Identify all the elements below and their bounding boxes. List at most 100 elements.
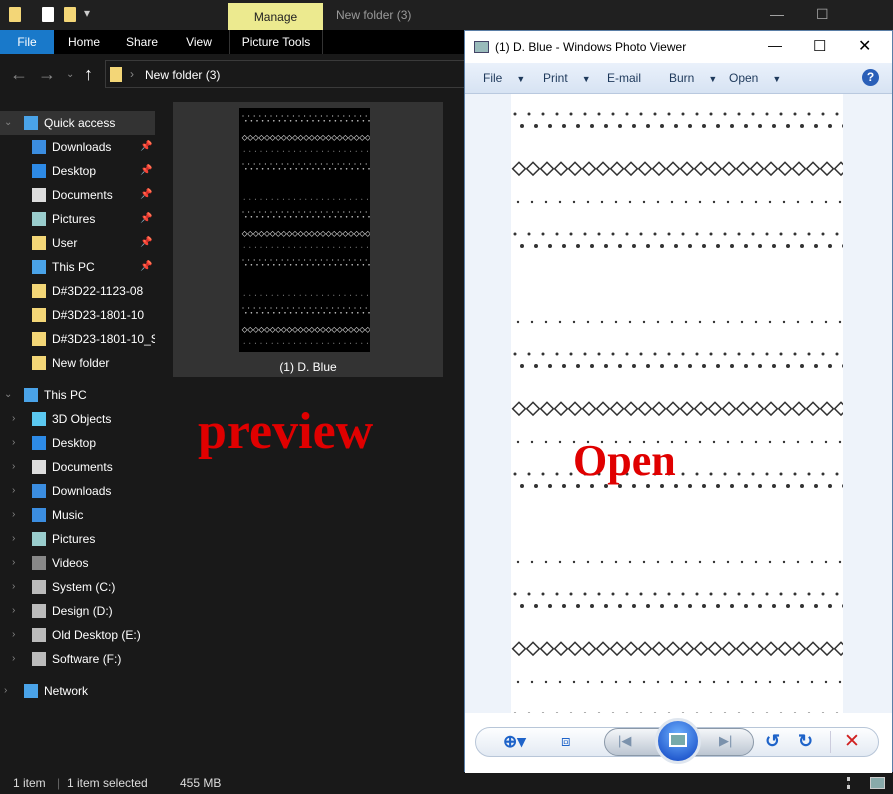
pattern-dot <box>824 680 828 684</box>
minimize-icon[interactable]: — <box>770 6 784 22</box>
sidebar-item[interactable]: Documents 📌 <box>0 183 155 207</box>
pattern-dot <box>838 440 842 444</box>
forward-icon[interactable]: → <box>38 64 56 85</box>
delete-icon[interactable]: ✕ <box>844 730 860 753</box>
tab-manage[interactable]: Manage <box>228 3 323 30</box>
rotate-left-icon[interactable]: ↺ <box>765 731 780 752</box>
next-icon[interactable]: ▶| <box>719 733 732 749</box>
chevron-right-icon[interactable]: › <box>12 647 15 671</box>
rotate-right-icon[interactable]: ↻ <box>798 731 813 752</box>
menu-file[interactable]: File ▼ <box>483 71 525 85</box>
pin-icon[interactable]: 📌 <box>140 183 152 207</box>
sidebar-item[interactable]: Downloads 📌 <box>0 135 155 159</box>
customize-quick-access-icon[interactable]: ▾ <box>84 6 90 20</box>
chevron-right-icon[interactable]: › <box>12 623 15 647</box>
minimize-icon[interactable]: — <box>768 37 782 53</box>
sidebar-item[interactable]: This PC 📌 <box>0 255 155 279</box>
pin-icon[interactable]: 📌 <box>140 255 152 279</box>
sidebar-item[interactable]: › Pictures <box>0 527 155 551</box>
sidebar-item[interactable]: › Old Desktop (E:) <box>0 623 155 647</box>
pin-icon[interactable]: 📌 <box>140 135 152 159</box>
zoom-icon[interactable]: ⊕▾ <box>503 732 526 752</box>
pin-icon[interactable]: 📌 <box>140 159 152 183</box>
tab-view[interactable]: View <box>176 30 222 54</box>
sidebar-item[interactable]: › Videos <box>0 551 155 575</box>
chevron-right-icon[interactable]: › <box>12 551 15 575</box>
menu-burn[interactable]: Burn ▼ <box>669 71 717 85</box>
pattern-dot <box>653 112 657 116</box>
large-icons-view-icon[interactable] <box>870 777 885 789</box>
pattern-dot <box>541 592 545 596</box>
previous-icon[interactable]: |◀ <box>618 733 631 749</box>
tab-share[interactable]: Share <box>118 30 166 54</box>
tab-picture-tools[interactable]: Picture Tools <box>229 30 323 54</box>
pattern-dot <box>723 352 727 356</box>
pattern-dot <box>332 115 334 117</box>
sidebar-item[interactable]: D#3D23-1801-10_Sh <box>0 327 155 351</box>
sidebar-item[interactable]: › Design (D:) <box>0 599 155 623</box>
pattern-dot <box>256 120 258 122</box>
folder-icon[interactable] <box>9 7 21 22</box>
pattern-dot <box>754 560 758 564</box>
pattern-dot <box>351 264 353 266</box>
pattern-diamond <box>364 326 370 333</box>
pattern-dot <box>754 680 758 684</box>
chevron-right-icon[interactable]: › <box>12 599 15 623</box>
chevron-right-icon[interactable]: › <box>12 431 15 455</box>
sidebar-item[interactable]: New folder <box>0 351 155 375</box>
chevron-right-icon[interactable]: › <box>12 575 15 599</box>
up-icon[interactable]: ↑ <box>84 64 93 85</box>
details-view-icon[interactable] <box>847 777 861 789</box>
chevron-right-icon[interactable]: › <box>12 455 15 479</box>
music-icon <box>32 508 46 522</box>
sidebar-quick-access[interactable]: ⌄ Quick access <box>0 111 155 135</box>
maximize-icon[interactable]: ☐ <box>816 6 829 23</box>
sidebar-item[interactable]: › Downloads <box>0 479 155 503</box>
pattern-dot <box>695 592 699 596</box>
help-icon[interactable]: ? <box>862 69 879 86</box>
menu-print[interactable]: Print ▼ <box>543 71 591 85</box>
chevron-right-icon[interactable]: › <box>12 479 15 503</box>
sidebar-item[interactable]: Pictures 📌 <box>0 207 155 231</box>
pattern-dot <box>586 200 590 204</box>
sidebar-item[interactable]: › Music <box>0 503 155 527</box>
sidebar-item[interactable]: Desktop 📌 <box>0 159 155 183</box>
sidebar-item[interactable]: › Software (F:) <box>0 647 155 671</box>
pattern-dot <box>248 259 250 261</box>
file-name[interactable]: (1) D. Blue <box>173 360 443 374</box>
sidebar-network[interactable]: › Network <box>0 679 155 703</box>
recent-locations-icon[interactable]: ⌄ <box>66 69 74 80</box>
close-icon[interactable]: ✕ <box>858 36 871 56</box>
tab-file[interactable]: File <box>0 30 54 54</box>
address-bar[interactable]: › New folder (3) <box>105 60 465 88</box>
breadcrumb-current[interactable]: New folder (3) <box>145 68 220 82</box>
tab-home[interactable]: Home <box>58 30 110 54</box>
maximize-icon[interactable]: ☐ <box>813 37 826 55</box>
sidebar-item[interactable]: D#3D22-1123-08 <box>0 279 155 303</box>
sidebar-item[interactable]: › 3D Objects <box>0 407 155 431</box>
file-thumbnail[interactable] <box>239 108 370 352</box>
pattern-dot <box>355 342 357 344</box>
chevron-down-icon[interactable]: ⌄ <box>4 111 12 135</box>
slideshow-button[interactable] <box>655 718 701 764</box>
sidebar-item[interactable]: › System (C:) <box>0 575 155 599</box>
sidebar-item[interactable]: › Desktop <box>0 431 155 455</box>
menu-e-mail[interactable]: E-mail <box>607 71 641 85</box>
back-icon[interactable]: ← <box>10 64 28 85</box>
chevron-right-icon[interactable]: › <box>12 503 15 527</box>
sidebar-item[interactable]: D#3D23-1801-10 <box>0 303 155 327</box>
chevron-right-icon[interactable]: › <box>12 527 15 551</box>
sidebar-item[interactable]: › Documents <box>0 455 155 479</box>
menu-open[interactable]: Open ▼ <box>729 71 781 85</box>
pattern-dot <box>292 259 294 261</box>
pin-icon[interactable]: 📌 <box>140 207 152 231</box>
new-folder-icon[interactable] <box>64 7 76 22</box>
pin-icon[interactable]: 📌 <box>140 231 152 255</box>
chevron-down-icon[interactable]: ⌄ <box>4 383 12 407</box>
chevron-right-icon[interactable]: › <box>4 679 7 703</box>
chevron-right-icon[interactable]: › <box>12 407 15 431</box>
sidebar-item[interactable]: User 📌 <box>0 231 155 255</box>
properties-icon[interactable] <box>42 7 54 22</box>
actual-size-icon[interactable]: ⧈ <box>561 733 571 750</box>
sidebar-this-pc[interactable]: ⌄ This PC <box>0 383 155 407</box>
